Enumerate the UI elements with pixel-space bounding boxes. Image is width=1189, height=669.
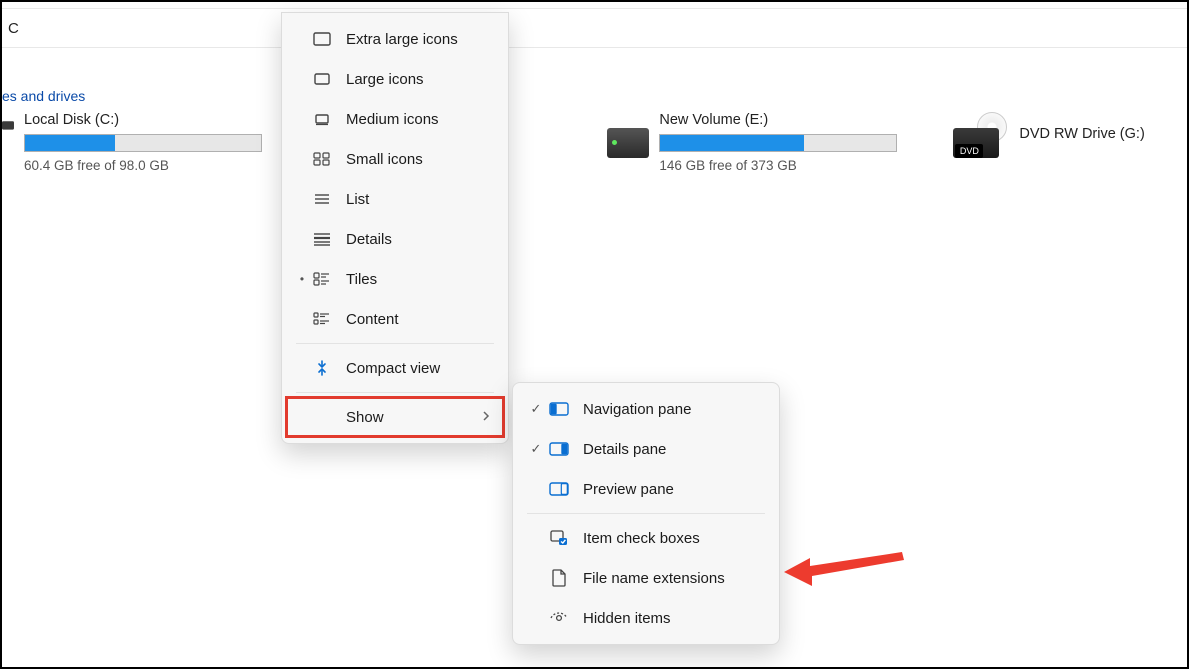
menu-item-list[interactable]: List (286, 179, 504, 219)
devices-and-drives-heading: es and drives (2, 88, 85, 104)
content-icon (310, 310, 334, 328)
menu-item-small-icons[interactable]: Small icons (286, 139, 504, 179)
submenu-item-hidden-items[interactable]: Hidden items (517, 598, 775, 638)
menu-item-details[interactable]: Details (286, 219, 504, 259)
submenu-item-details-pane[interactable]: ✓ Details pane (517, 429, 775, 469)
tiles-icon (310, 270, 334, 288)
menu-item-large-icons[interactable]: Large icons (286, 59, 504, 99)
menu-separator (527, 513, 765, 514)
small-icons-icon (310, 150, 334, 168)
drives-row: Local Disk (C:) 60.4 GB free of 98.0 GB … (2, 112, 1187, 173)
menu-item-medium-icons[interactable]: Medium icons (286, 99, 504, 139)
check-icon: ✓ (525, 401, 547, 417)
submenu-item-item-check-boxes[interactable]: Item check boxes (517, 518, 775, 558)
drive-new-volume-e[interactable]: New Volume (E:) 146 GB free of 373 GB (607, 112, 897, 173)
address-bar[interactable]: C (2, 10, 1187, 48)
show-submenu: ✓ Navigation pane ✓ Details pane Preview… (512, 382, 780, 645)
large-icons-icon (310, 70, 334, 88)
menu-item-show[interactable]: Show (286, 397, 504, 437)
menu-separator (296, 392, 494, 393)
preview-pane-icon (547, 482, 571, 496)
drive-name: DVD RW Drive (G:) (1019, 126, 1187, 142)
drive-local-disk-c[interactable]: Local Disk (C:) 60.4 GB free of 98.0 GB (2, 112, 252, 173)
file-icon (547, 569, 571, 587)
extra-large-icons-icon (310, 30, 334, 48)
check-icon: ✓ (525, 441, 547, 457)
submenu-item-file-name-extensions[interactable]: File name extensions (517, 558, 775, 598)
medium-icons-icon (310, 110, 334, 128)
item-check-boxes-icon (547, 530, 571, 546)
breadcrumb-tail: C (8, 20, 19, 37)
hidden-items-icon (547, 611, 571, 625)
details-icon (310, 230, 334, 248)
dvd-drive-icon: DVD (953, 112, 1009, 158)
chevron-right-icon (476, 410, 490, 424)
submenu-item-preview-pane[interactable]: Preview pane (517, 469, 775, 509)
drive-free-text: 146 GB free of 373 GB (659, 158, 897, 173)
drive-icon (2, 114, 14, 146)
dvd-badge: DVD (955, 144, 983, 158)
capacity-bar (24, 134, 262, 152)
menu-item-tiles[interactable]: • Tiles (286, 259, 504, 299)
list-icon (310, 190, 334, 208)
navigation-pane-icon (547, 402, 571, 416)
menu-item-compact-view[interactable]: Compact view (286, 348, 504, 388)
compact-view-icon (310, 359, 334, 377)
view-context-menu: Extra large icons Large icons Medium ico… (281, 12, 509, 444)
submenu-item-navigation-pane[interactable]: ✓ Navigation pane (517, 389, 775, 429)
details-pane-icon (547, 442, 571, 456)
menu-item-content[interactable]: Content (286, 299, 504, 339)
drive-name: Local Disk (C:) (24, 112, 262, 128)
drive-free-text: 60.4 GB free of 98.0 GB (24, 158, 262, 173)
drive-name: New Volume (E:) (659, 112, 897, 128)
hdd-icon (607, 128, 649, 158)
drive-dvd-rw-g[interactable]: DVD DVD RW Drive (G:) (953, 112, 1187, 173)
menu-item-extra-large-icons[interactable]: Extra large icons (286, 19, 504, 59)
toolbar-strip (2, 2, 1187, 9)
capacity-bar (659, 134, 897, 152)
annotation-arrow (784, 548, 904, 596)
selected-bullet-icon: • (294, 272, 310, 286)
menu-separator (296, 343, 494, 344)
